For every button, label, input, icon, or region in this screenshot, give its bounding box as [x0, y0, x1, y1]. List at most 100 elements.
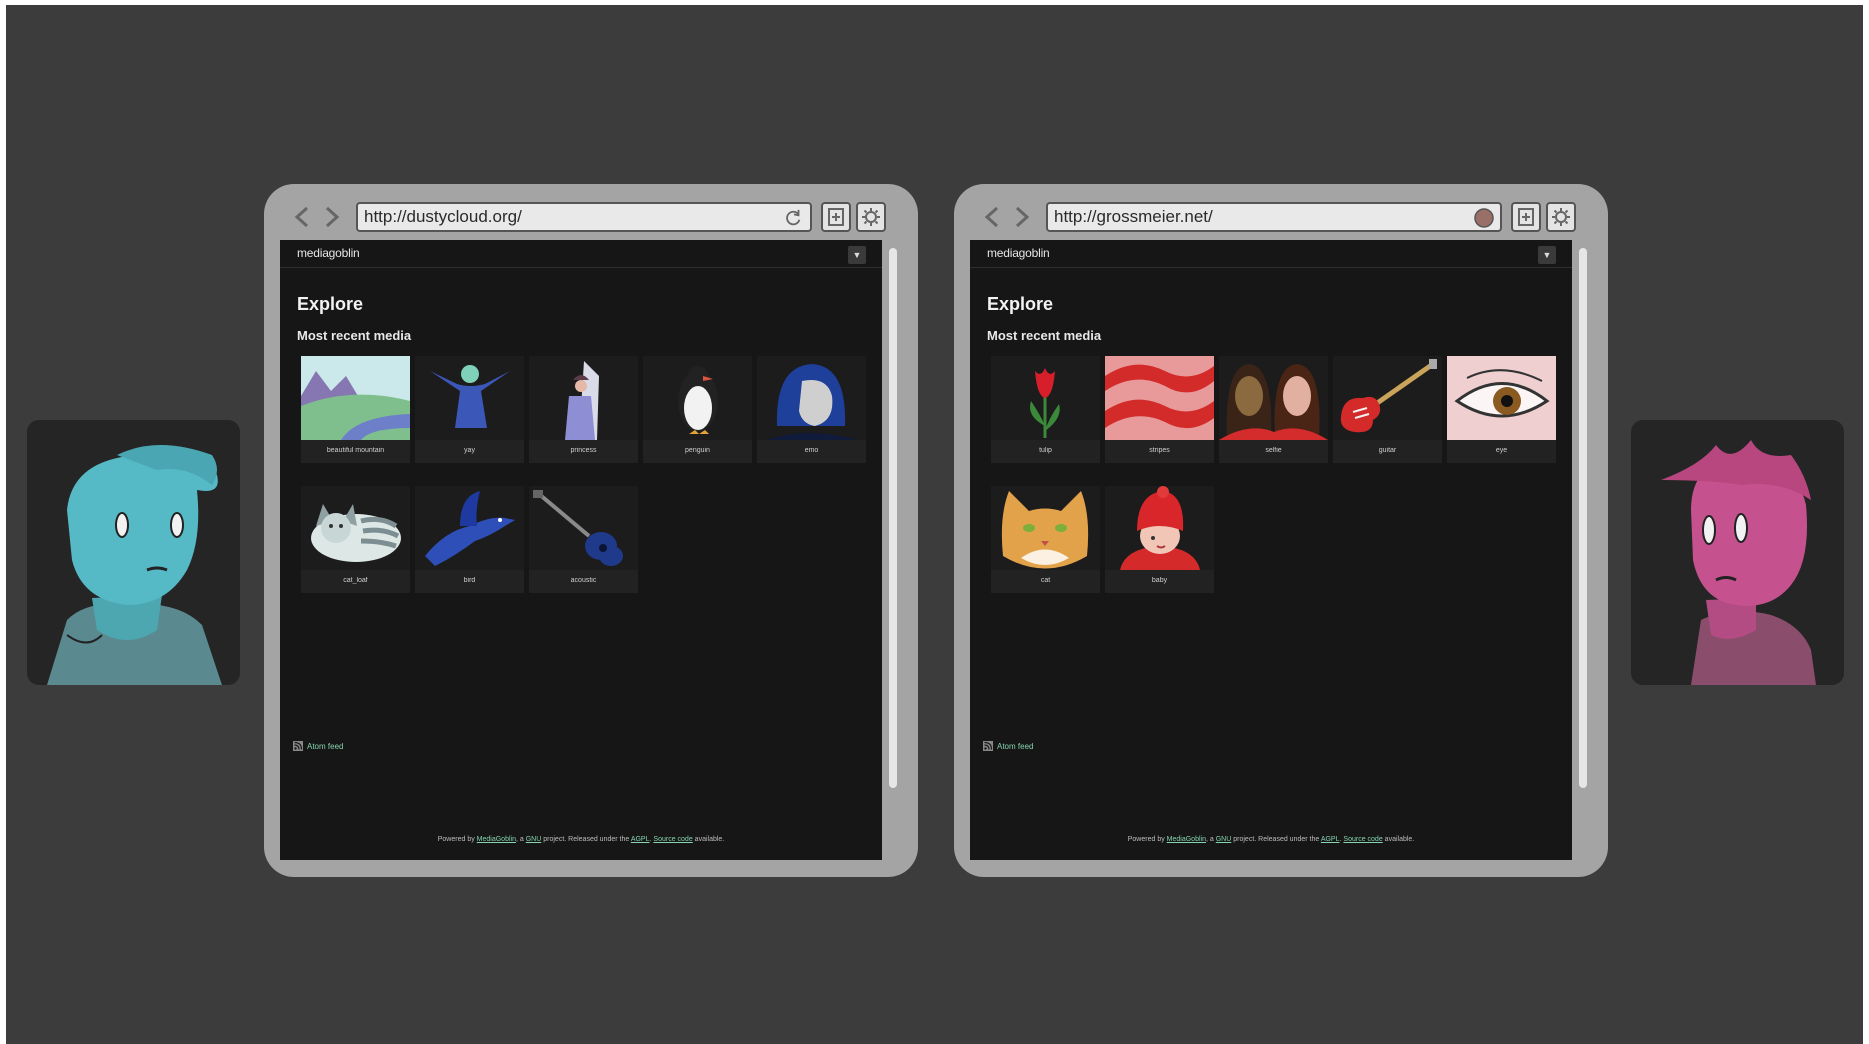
thumbnail: [415, 356, 524, 440]
cyan-person-avatar: [27, 420, 240, 685]
media-tile[interactable]: guitar: [1333, 356, 1442, 463]
site-footer: Powered by MediaGoblin, a GNU project. R…: [970, 836, 1572, 843]
media-tile[interactable]: princess: [529, 356, 638, 463]
source-code-link[interactable]: Source code: [653, 836, 692, 843]
thumbnail: [991, 356, 1100, 440]
media-tile[interactable]: baby: [1105, 486, 1214, 593]
address-bar[interactable]: http://grossmeier.net/: [1046, 202, 1502, 232]
cat-loaf-icon: [301, 486, 410, 570]
site-logo[interactable]: mediagoblin: [987, 246, 1050, 260]
red-stripes-icon: [1105, 356, 1214, 440]
media-title: stripes: [1149, 447, 1170, 454]
media-tile[interactable]: tulip: [991, 356, 1100, 463]
thumbnail: [301, 356, 410, 440]
chevron-right-icon: [1015, 206, 1030, 228]
section-title: Most recent media: [987, 328, 1102, 343]
mediagoblin-link[interactable]: MediaGoblin: [1167, 836, 1206, 843]
reload-icon: [786, 209, 801, 226]
chevron-left-icon: [984, 206, 999, 228]
gnu-link[interactable]: GNU: [526, 836, 542, 843]
atom-feed-link[interactable]: Atom feed: [997, 742, 1033, 751]
page-viewport: mediagoblin ▼ Explore Most recent media …: [970, 240, 1572, 860]
agpl-link[interactable]: AGPL: [1321, 836, 1340, 843]
footer-text: available.: [1384, 836, 1415, 843]
bookmark-button[interactable]: [821, 202, 851, 232]
media-title: cat: [1040, 577, 1051, 584]
media-tile[interactable]: selfie: [1219, 356, 1328, 463]
header-dropdown-button[interactable]: ▼: [1538, 246, 1556, 264]
header-dropdown-button[interactable]: ▼: [848, 246, 866, 264]
mountain-landscape-icon: [301, 356, 410, 440]
browser-toolbar: http://grossmeier.net/: [970, 200, 1592, 234]
baby-red-hat-icon: [1105, 486, 1214, 570]
atom-feed[interactable]: Atom feed: [983, 741, 1033, 751]
gnu-link[interactable]: GNU: [1216, 836, 1232, 843]
bookmark-button[interactable]: [1511, 202, 1541, 232]
bookmark-add-icon: [1518, 208, 1534, 226]
thumbnail: [1219, 356, 1328, 440]
forward-button[interactable]: [320, 204, 344, 230]
footer-text: project. Released under the: [543, 836, 630, 843]
page-title: Explore: [297, 294, 364, 314]
pink-person-avatar: [1631, 420, 1844, 685]
footer-text: , a: [1205, 836, 1214, 843]
media-tile[interactable]: cat: [991, 486, 1100, 593]
site-header: mediagoblin ▼: [970, 240, 1572, 268]
media-title: guitar: [1378, 447, 1397, 454]
blue-bird-icon: [415, 486, 524, 570]
triangle-down-icon: ▼: [1542, 250, 1552, 260]
media-title: emo: [804, 447, 819, 454]
media-tile[interactable]: penguin: [643, 356, 752, 463]
settings-button[interactable]: [856, 202, 886, 232]
media-title: cat_loaf: [343, 577, 368, 584]
back-button[interactable]: [290, 204, 314, 230]
loading-indicator[interactable]: [1474, 208, 1494, 228]
media-tile[interactable]: stripes: [1105, 356, 1214, 463]
media-title: tulip: [1039, 447, 1052, 454]
media-tile[interactable]: bird: [415, 486, 524, 593]
vertical-scrollbar[interactable]: [1574, 240, 1592, 860]
back-button[interactable]: [980, 204, 1004, 230]
reload-button[interactable]: [784, 208, 804, 228]
site-logo[interactable]: mediagoblin: [297, 246, 360, 260]
scrollbar-thumb[interactable]: [889, 248, 897, 788]
footer-text: project. Released under the: [1233, 836, 1320, 843]
media-title: bird: [463, 577, 476, 584]
site-header: mediagoblin ▼: [280, 240, 882, 268]
media-title: penguin: [685, 447, 710, 454]
browser-window-right: http://grossmeier.net/ mediagoblin ▼ Exp…: [954, 184, 1608, 877]
forward-button[interactable]: [1010, 204, 1034, 230]
vertical-scrollbar[interactable]: [884, 240, 902, 860]
thumbnail: [643, 356, 752, 440]
gear-icon: [862, 208, 880, 226]
thumbnail: [1333, 356, 1442, 440]
media-tile[interactable]: beautiful mountain: [301, 356, 410, 463]
scrollbar-thumb[interactable]: [1579, 248, 1587, 788]
cheering-figure-icon: [415, 356, 524, 440]
thumbnail: [529, 356, 638, 440]
slide-stage: http://dustycloud.org/ mediagoblin ▼ Exp…: [6, 5, 1863, 1044]
electric-guitar-icon: [1333, 356, 1442, 440]
media-title: eye: [1495, 447, 1508, 454]
address-bar[interactable]: http://dustycloud.org/: [356, 202, 812, 232]
media-title: selfie: [1265, 447, 1282, 454]
thumbnail: [1105, 356, 1214, 440]
media-tile[interactable]: emo: [757, 356, 866, 463]
source-code-link[interactable]: Source code: [1343, 836, 1382, 843]
media-tile[interactable]: eye: [1447, 356, 1556, 463]
media-title: baby: [1151, 577, 1168, 584]
media-tile[interactable]: cat_loaf: [301, 486, 410, 593]
atom-feed[interactable]: Atom feed: [293, 741, 343, 751]
atom-feed-link[interactable]: Atom feed: [307, 742, 343, 751]
media-tile[interactable]: yay: [415, 356, 524, 463]
agpl-link[interactable]: AGPL: [631, 836, 650, 843]
page-title: Explore: [987, 294, 1054, 314]
thumbnail: [757, 356, 866, 440]
browser-toolbar: http://dustycloud.org/: [280, 200, 902, 234]
url-text: http://grossmeier.net/: [1054, 207, 1213, 226]
section-title: Most recent media: [297, 328, 412, 343]
mediagoblin-link[interactable]: MediaGoblin: [477, 836, 516, 843]
media-tile[interactable]: acoustic: [529, 486, 638, 593]
bookmark-add-icon: [828, 208, 844, 226]
settings-button[interactable]: [1546, 202, 1576, 232]
